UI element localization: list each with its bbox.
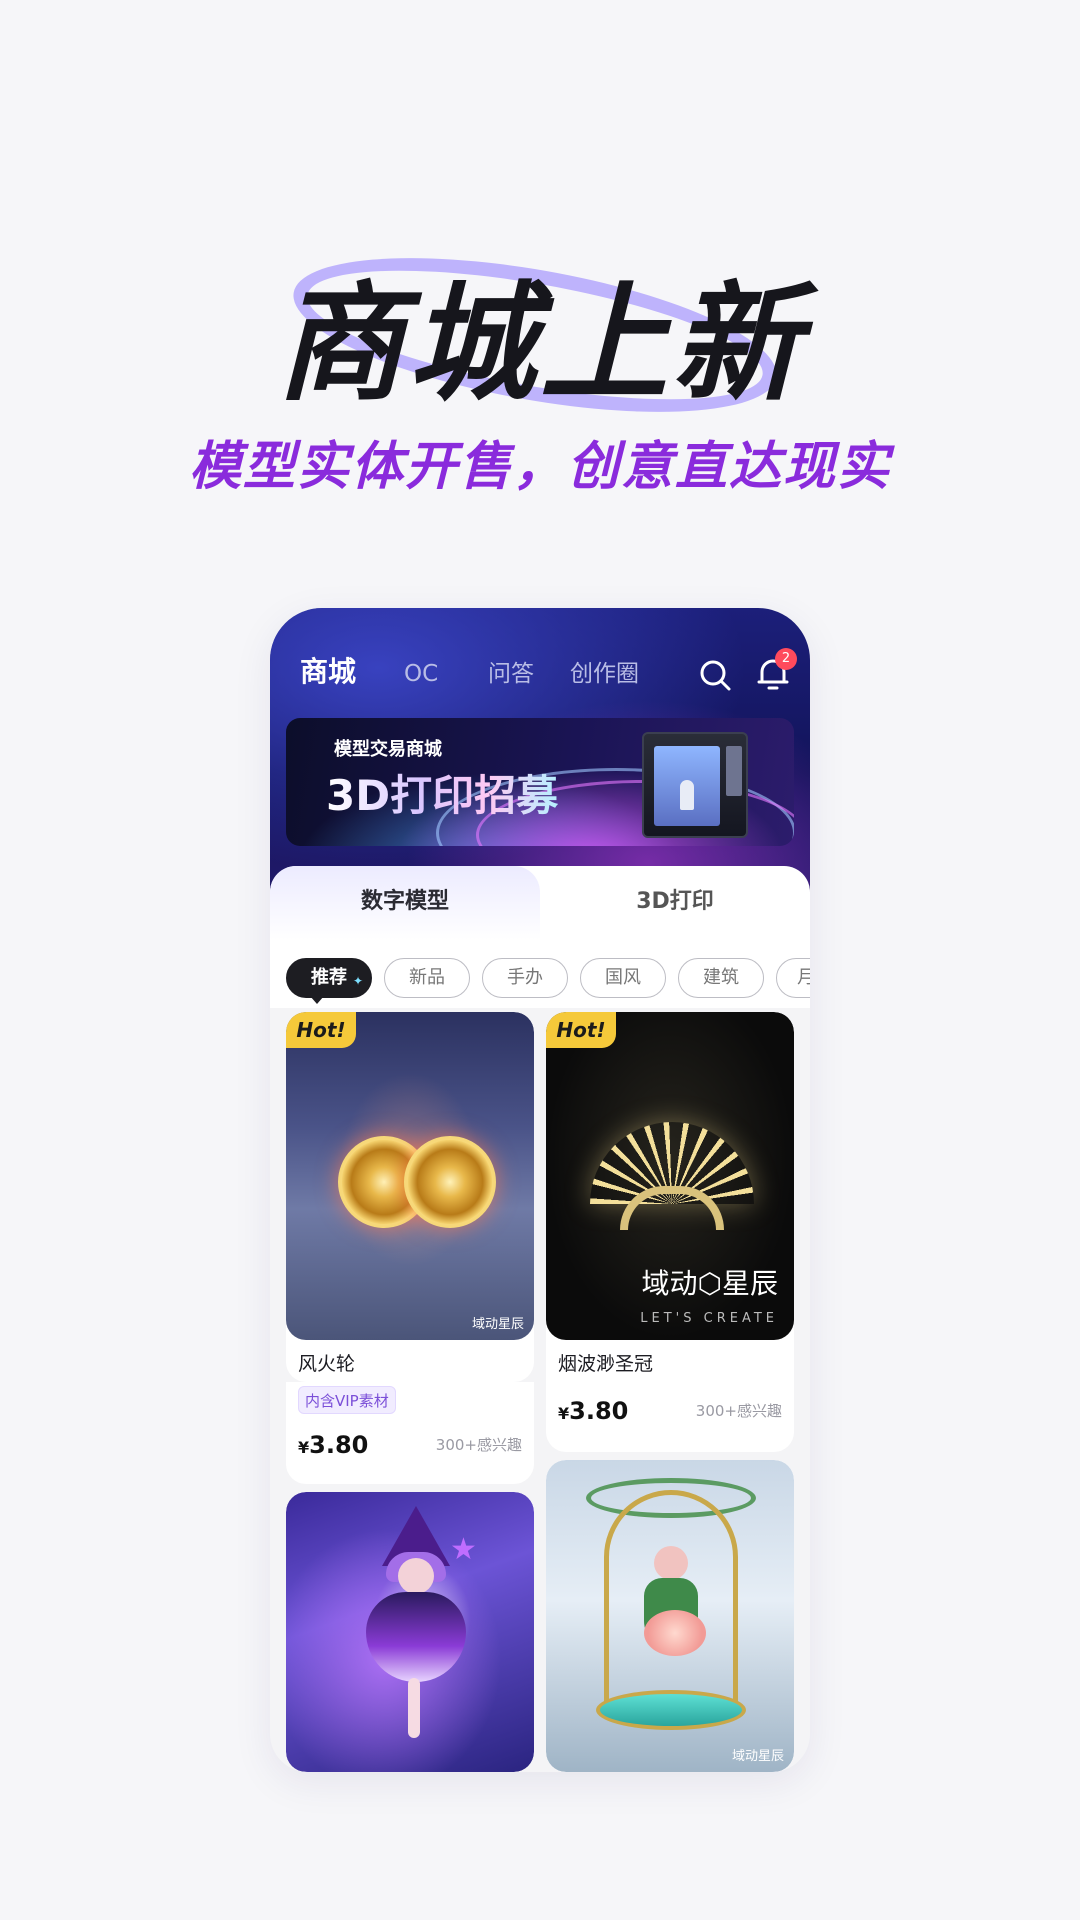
promo-subtitle: 模型实体开售，创意直达现实 bbox=[188, 437, 891, 497]
star-icon: ★ bbox=[450, 1532, 477, 1567]
currency-symbol: ¥ bbox=[298, 1438, 310, 1457]
filter-chip-recommend[interactable]: 推荐 ✦ bbox=[286, 958, 372, 998]
price-value: 3.80 bbox=[569, 1397, 629, 1425]
product-image: 域动星辰 bbox=[286, 1012, 534, 1340]
product-card-info[interactable]: 内含VIP素材 ¥3.80 300+感兴趣 bbox=[286, 1382, 534, 1484]
music-box-base-graphic bbox=[596, 1690, 746, 1730]
brand-watermark: 域动星辰 bbox=[731, 1749, 784, 1764]
phone-screen: 商城 OC 问答 创作圈 2 模型交易商城 3D打印招募 数字模型 3D打印 推… bbox=[270, 608, 810, 1772]
top-navigation: 商城 OC 问答 创作圈 2 bbox=[270, 648, 810, 700]
product-price: ¥3.80 bbox=[558, 1394, 628, 1431]
tab-qa[interactable]: 问答 bbox=[488, 656, 534, 692]
product-image: ★ bbox=[286, 1492, 534, 1772]
brand-watermark: 域动星辰 bbox=[471, 1317, 524, 1332]
interest-count: 300+感兴趣 bbox=[435, 1436, 522, 1454]
filter-chip-row: 推荐 ✦ 新品 手办 国风 建筑 月 bbox=[270, 940, 810, 1008]
currency-symbol: ¥ bbox=[558, 1404, 570, 1423]
product-title: 烟波渺圣冠 bbox=[558, 1353, 654, 1375]
tab-oc[interactable]: OC bbox=[404, 656, 438, 692]
tab-mall[interactable]: 商城 bbox=[300, 654, 356, 690]
product-image: 域动⬡星辰 LET'S CREATE bbox=[546, 1012, 794, 1340]
filter-chip-figure[interactable]: 手办 bbox=[482, 958, 568, 998]
notification-badge: 2 bbox=[775, 648, 797, 670]
filter-chip-guofeng[interactable]: 国风 bbox=[580, 958, 666, 998]
price-value: 3.80 bbox=[309, 1431, 369, 1459]
product-card[interactable]: 域动⬡星辰 LET'S CREATE Hot! 烟波渺圣冠 ¥3.80 300+… bbox=[546, 1012, 794, 1452]
tab-creation-circle[interactable]: 创作圈 bbox=[570, 656, 639, 692]
tab-3d-print[interactable]: 3D打印 bbox=[540, 886, 810, 918]
hot-badge: Hot! bbox=[546, 1012, 616, 1048]
active-chip-pointer bbox=[310, 996, 324, 1004]
printer-panel bbox=[726, 746, 742, 796]
product-card[interactable]: 域动星辰 Hot! 风火轮 bbox=[286, 1012, 534, 1382]
product-image: 域动星辰 bbox=[546, 1460, 794, 1772]
character-leg-graphic bbox=[408, 1678, 420, 1738]
tab-digital-model[interactable]: 数字模型 bbox=[270, 886, 540, 918]
promo-title: 商城上新 bbox=[275, 270, 804, 419]
promo-banner[interactable]: 模型交易商城 3D打印招募 bbox=[286, 718, 794, 846]
vip-material-tag: 内含VIP素材 bbox=[298, 1386, 396, 1414]
banner-headline: 3D打印招募 bbox=[326, 768, 558, 824]
brand-logo-text: 域动⬡星辰 bbox=[641, 1267, 778, 1300]
character-face-graphic bbox=[398, 1558, 434, 1594]
doll-head-graphic bbox=[654, 1546, 688, 1580]
flower-graphic bbox=[644, 1610, 706, 1656]
header-background: 商城 OC 问答 创作圈 2 模型交易商城 3D打印招募 bbox=[270, 608, 810, 908]
banner-small-text: 模型交易商城 bbox=[334, 739, 442, 760]
filter-chip-architecture[interactable]: 建筑 bbox=[678, 958, 764, 998]
sparkle-icon: ✦ bbox=[353, 974, 364, 988]
printer-figure bbox=[680, 780, 694, 810]
category-tabs: 数字模型 3D打印 bbox=[270, 866, 810, 940]
product-price: ¥3.80 bbox=[298, 1428, 368, 1465]
brand-slogan: LET'S CREATE bbox=[640, 1311, 778, 1326]
filter-chip-more[interactable]: 月 bbox=[776, 958, 810, 998]
interest-count: 300+感兴趣 bbox=[695, 1402, 782, 1420]
3d-printer-image bbox=[642, 732, 748, 838]
filter-chip-label: 推荐 bbox=[311, 967, 347, 988]
product-card[interactable]: 域动星辰 bbox=[546, 1460, 794, 1772]
hot-badge: Hot! bbox=[286, 1012, 356, 1048]
product-card[interactable]: ★ bbox=[286, 1492, 534, 1772]
product-title: 风火轮 bbox=[298, 1353, 356, 1375]
search-icon[interactable] bbox=[698, 658, 732, 692]
character-dress-graphic bbox=[366, 1592, 466, 1682]
wheel-graphic bbox=[404, 1136, 496, 1228]
filter-chip-new[interactable]: 新品 bbox=[384, 958, 470, 998]
